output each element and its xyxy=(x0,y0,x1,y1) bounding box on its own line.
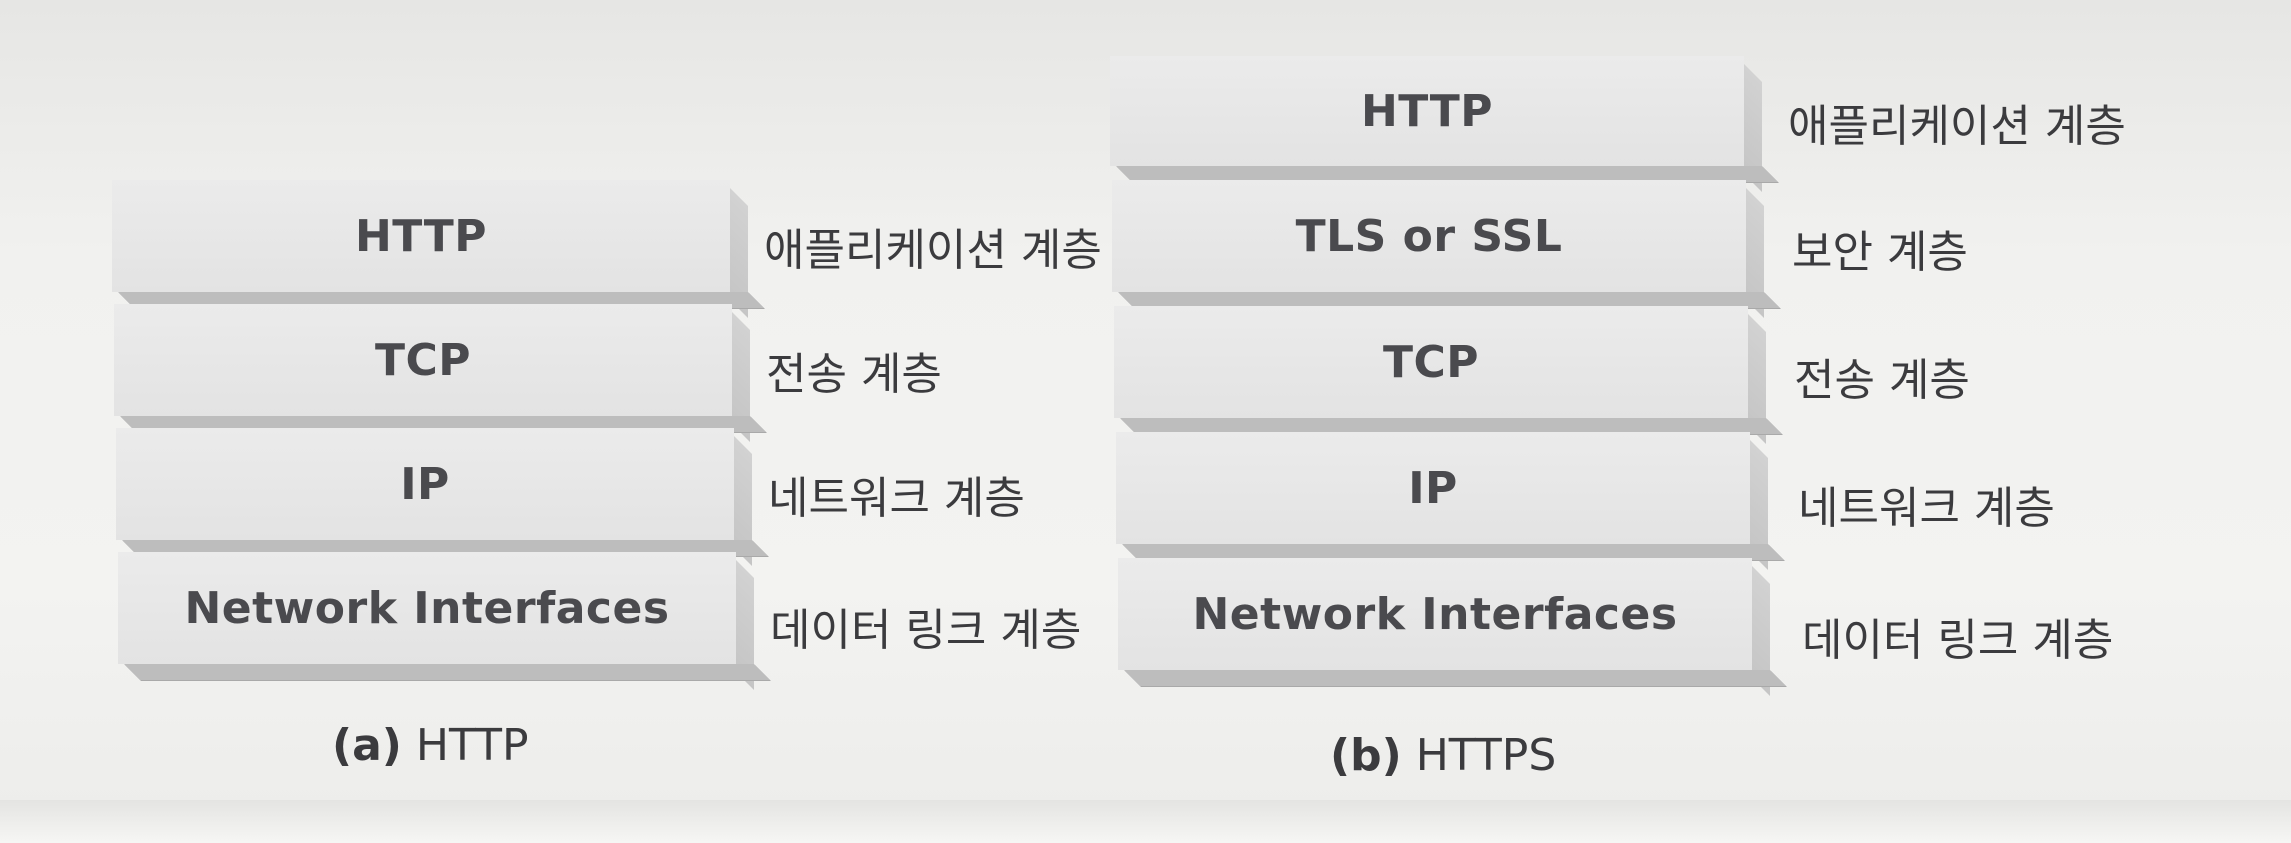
https-stack-layer-tls-ssl: TLS or SSL xyxy=(1112,180,1746,292)
layer-name: TCP xyxy=(374,334,472,386)
https-stack-layer-tcp: TCP xyxy=(1114,306,1748,418)
page-bottom-edge xyxy=(0,800,2291,843)
layer-name: TLS or SSL xyxy=(1295,210,1563,262)
http-label-data-link: 데이터 링크 계층 xyxy=(770,605,1082,656)
http-stack-layer-tcp: TCP xyxy=(114,304,732,416)
http-stack-layer-network-interfaces: Network Interfaces xyxy=(118,552,736,664)
https-stack-layer-network-interfaces: Network Interfaces xyxy=(1118,558,1752,670)
http-label-network: 네트워크 계층 xyxy=(768,473,1025,524)
caption-mark: (b) xyxy=(1330,730,1402,781)
caption-text: HTTPS xyxy=(1415,730,1557,781)
layer-name: IP xyxy=(400,458,450,510)
https-label-application: 애플리케이션 계층 xyxy=(1788,101,2126,152)
https-label-network: 네트워크 계층 xyxy=(1798,483,2055,534)
layer-name: IP xyxy=(1408,462,1458,514)
https-label-security: 보안 계층 xyxy=(1792,227,1968,278)
http-stack-layer-http: HTTP xyxy=(112,180,730,292)
https-label-data-link: 데이터 링크 계층 xyxy=(1802,615,2114,666)
https-label-transport: 전송 계층 xyxy=(1794,355,1970,406)
layer-name: Network Interfaces xyxy=(184,582,670,634)
http-stack-layer-ip: IP xyxy=(116,428,734,540)
http-label-transport: 전송 계층 xyxy=(766,349,942,400)
layer-name: TCP xyxy=(1382,336,1480,388)
http-label-application: 애플리케이션 계층 xyxy=(764,225,1102,276)
http-caption: (a) HTTP xyxy=(332,720,529,771)
layer-name: HTTP xyxy=(1360,85,1494,137)
https-caption: (b) HTTPS xyxy=(1330,730,1556,781)
caption-mark: (a) xyxy=(332,720,402,771)
layer-name: Network Interfaces xyxy=(1192,588,1678,640)
caption-text: HTTP xyxy=(415,720,529,771)
https-stack-layer-http: HTTP xyxy=(1110,56,1744,166)
https-stack-layer-ip: IP xyxy=(1116,432,1750,544)
layer-name: HTTP xyxy=(354,210,488,262)
